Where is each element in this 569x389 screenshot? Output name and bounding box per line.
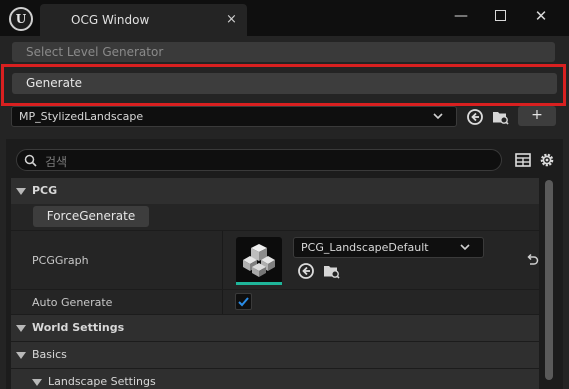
title-bar: U OCG Window × — ✕: [0, 0, 569, 36]
category-basics[interactable]: Basics: [11, 342, 539, 368]
auto-generate-checkbox[interactable]: [235, 293, 252, 310]
tab-close-icon[interactable]: ×: [226, 12, 237, 27]
table-view-icon[interactable]: [513, 150, 533, 170]
checkmark-icon: [238, 297, 249, 307]
expand-triangle-icon: [16, 324, 26, 332]
maximize-icon: [494, 10, 506, 21]
tab-title: OCG Window: [71, 13, 150, 27]
force-generate-button[interactable]: ForceGenerate: [33, 206, 149, 227]
unreal-logo-icon: U: [9, 7, 33, 31]
category-world-settings[interactable]: World Settings: [11, 315, 539, 341]
expand-triangle-icon: [16, 351, 26, 359]
add-button[interactable]: +: [518, 106, 556, 126]
close-window-button[interactable]: ✕: [529, 6, 553, 26]
category-pcg[interactable]: PCG: [11, 178, 539, 204]
asset-type-color-bar: [236, 282, 282, 285]
expand-triangle-icon: [32, 378, 42, 386]
pcg-graph-label: PCGGraph: [32, 254, 89, 267]
search-icon: [24, 154, 37, 167]
use-selected-arrow-icon[interactable]: [465, 107, 485, 127]
reset-to-default-icon[interactable]: [524, 252, 540, 268]
expand-triangle-icon: [16, 187, 26, 195]
minimize-button[interactable]: —: [449, 6, 473, 26]
category-label: World Settings: [32, 321, 125, 334]
details-scrollbar-thumb[interactable]: [545, 180, 553, 380]
pcg-graph-thumbnail[interactable]: [236, 237, 282, 284]
auto-generate-label: Auto Generate: [32, 296, 113, 309]
pcg-graph-thumbnail-icon: [243, 244, 275, 277]
select-level-generator-button[interactable]: Select Level Generator: [12, 42, 555, 62]
window-tab[interactable]: OCG Window ×: [40, 4, 247, 36]
column-divider: [222, 231, 223, 289]
column-divider: [222, 290, 223, 314]
pcg-graph-chevron-down-icon[interactable]: [458, 237, 472, 258]
category-label: PCG: [32, 184, 58, 197]
generate-button[interactable]: Generate: [12, 73, 557, 94]
search-placeholder: 검색: [45, 155, 68, 169]
pcg-graph-combo-box[interactable]: PCG_LandscapeDefault: [293, 237, 484, 258]
settings-gear-icon[interactable]: [537, 150, 557, 170]
category-label: Landscape Settings: [48, 375, 156, 388]
category-label: Basics: [32, 348, 67, 361]
category-landscape-settings[interactable]: Landscape Settings: [11, 369, 539, 389]
search-input[interactable]: 검색: [16, 149, 502, 171]
chevron-down-icon[interactable]: [431, 106, 445, 127]
browse-folder-icon[interactable]: [490, 107, 510, 127]
asset-combo-box[interactable]: MP_StylizedLandscape: [11, 106, 457, 127]
pcg-use-selected-arrow-icon[interactable]: [296, 261, 316, 281]
pcg-browse-folder-icon[interactable]: [321, 261, 341, 281]
maximize-button[interactable]: [488, 6, 512, 26]
unreal-logo-letter: U: [15, 12, 27, 26]
